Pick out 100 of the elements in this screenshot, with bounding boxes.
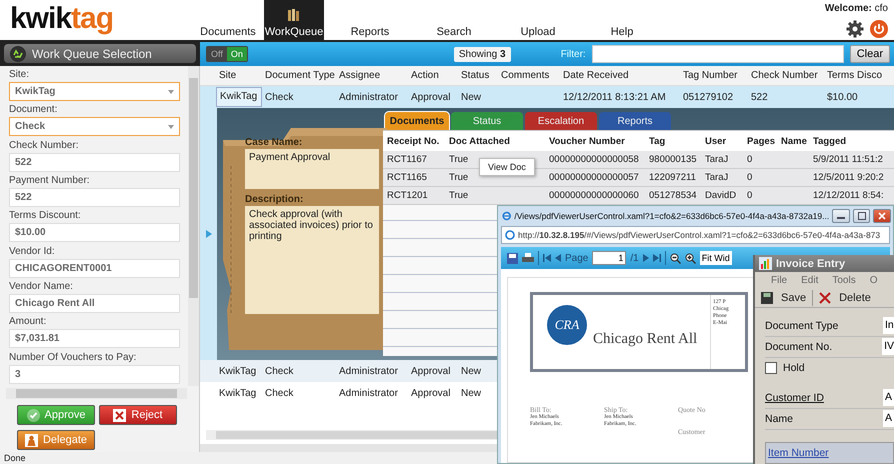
filter-field[interactable] <box>592 45 844 63</box>
column-header[interactable]: Tag <box>645 136 701 146</box>
column-header[interactable]: Status <box>458 70 498 81</box>
on-off-toggle[interactable]: Off On <box>206 46 248 62</box>
input-field[interactable]: 522 <box>9 188 180 207</box>
close-icon <box>113 408 126 422</box>
nav-tab[interactable]: WorkQueue <box>264 0 324 40</box>
column-header[interactable]: Tag Number <box>680 70 748 81</box>
page-field[interactable]: 1 <box>592 251 626 265</box>
nav-tab[interactable]: Search <box>416 0 492 40</box>
nav-tab[interactable]: Reports <box>332 0 408 40</box>
column-header[interactable]: Assignee <box>336 70 408 81</box>
settings-icon[interactable] <box>846 20 864 38</box>
previous-page-icon[interactable] <box>555 254 561 262</box>
zoom-out-icon[interactable] <box>670 252 681 264</box>
close-button[interactable] <box>873 209 892 223</box>
scrollbar[interactable] <box>188 66 199 386</box>
table-row[interactable]: RCT1165 True 00000000000000057 122097211 TaraJ 0 12/5/2011 9:20:2 <box>383 169 894 187</box>
tab[interactable]: Escalation <box>525 112 597 130</box>
column-header[interactable]: Receipt No. <box>383 136 445 146</box>
column-header[interactable]: Terms Disco <box>824 70 894 81</box>
field-link[interactable]: Customer ID <box>765 392 883 404</box>
table-row[interactable]: KwikTag Check Administrator Approval New 12/12/2011 8:13:21 AM 051279102 522 $10.00 <box>200 86 894 108</box>
field-label: Document: <box>9 103 58 118</box>
table-cell-text: 00000000000000057 <box>548 172 640 183</box>
save-button[interactable]: Save <box>761 292 806 304</box>
input-field[interactable]: 522 <box>9 152 180 172</box>
column-header[interactable]: Pages <box>743 136 777 146</box>
field-label: Vendor Name: <box>9 280 74 294</box>
last-page-icon[interactable] <box>652 254 661 262</box>
tab[interactable]: Documents <box>385 112 449 130</box>
next-page-icon[interactable] <box>642 254 649 262</box>
maximize-icon <box>858 212 866 220</box>
save-icon[interactable] <box>507 252 518 264</box>
table-cell-text: Approval <box>410 366 452 376</box>
column-header[interactable]: Date Received <box>560 70 680 81</box>
input-field[interactable]: $10.00 <box>9 223 180 242</box>
tab[interactable]: Reports <box>599 112 671 130</box>
table-row[interactable]: RCT1201 True 00000000000000060 051278534 DavidD 0 12/12/2011 8:54: <box>383 187 894 205</box>
clear-button[interactable]: Clear <box>850 45 890 63</box>
dropdown[interactable]: KwikTag <box>9 82 180 101</box>
nav-tab[interactable]: Documents <box>200 0 256 40</box>
table-cell-text: 0 <box>746 172 754 183</box>
panel-title: Work Queue Selection <box>32 46 152 60</box>
zoom-dropdown[interactable]: Fit Wid <box>700 251 732 265</box>
column-header[interactable]: Comments <box>498 70 560 81</box>
input-field[interactable]: $7,031.81 <box>9 329 180 348</box>
menu-item[interactable]: View Doc <box>488 162 526 172</box>
column-header[interactable]: Tagged <box>809 136 894 146</box>
nav-tab[interactable]: Upload <box>500 0 576 40</box>
table-cell-text: Check <box>264 366 294 376</box>
scrollbar[interactable] <box>6 388 187 399</box>
column-header[interactable]: Action <box>408 70 458 81</box>
menu-item[interactable]: File <box>771 275 788 286</box>
table-cell-text: 051278534 <box>648 190 698 201</box>
column-header[interactable]: Doc Attached <box>445 136 545 146</box>
minimize-button[interactable] <box>832 209 850 223</box>
menu-item[interactable]: O <box>870 275 878 286</box>
menu-item[interactable]: Edit <box>801 275 818 286</box>
table-cell-text: TaraJ <box>704 154 730 165</box>
browser-icon <box>502 210 512 222</box>
scrollbar[interactable] <box>206 430 497 440</box>
table-cell-text: 0 <box>746 154 754 165</box>
table-cell-text: 522 <box>750 92 769 102</box>
table-cell-text: KwikTag <box>218 366 258 376</box>
column-header[interactable]: Site <box>216 70 262 81</box>
page-total: /1 <box>630 252 639 264</box>
column-header[interactable]: Document Type <box>262 70 336 81</box>
delete-button[interactable]: Delete <box>819 292 871 304</box>
input-field[interactable]: In <box>883 317 894 334</box>
column-header[interactable]: Name <box>777 136 809 146</box>
table-row[interactable]: KwikTag Check Administrator Approval New <box>200 382 497 404</box>
expander-icon[interactable] <box>206 230 212 238</box>
table-cell-text: Check <box>264 388 294 398</box>
page-label: Page <box>565 252 588 264</box>
table-cell-text: KwikTag <box>218 388 258 398</box>
input-field[interactable]: 3 <box>9 364 180 384</box>
table-cell-text: 980000135 <box>648 154 698 165</box>
case-name-note: Payment Approval <box>245 149 379 189</box>
reject-button[interactable]: Reject <box>99 405 177 425</box>
input-field[interactable]: A <box>883 410 894 428</box>
table-cell-text: True <box>448 172 470 183</box>
maximize-button[interactable] <box>852 209 870 223</box>
first-page-icon[interactable] <box>543 254 551 262</box>
input-field[interactable]: CHICAGORENT0001 <box>9 258 180 278</box>
print-icon[interactable] <box>522 252 534 264</box>
nav-tab[interactable]: Help <box>584 0 660 40</box>
input-field[interactable]: IV <box>882 338 894 356</box>
table-row[interactable]: KwikTag Check Administrator Approval New <box>200 360 497 382</box>
column-header[interactable]: Voucher Number <box>545 136 645 146</box>
table-cell-text: Check <box>264 92 294 102</box>
menu-item[interactable]: Tools <box>832 275 856 286</box>
column-header[interactable]: User <box>701 136 743 146</box>
power-icon[interactable] <box>870 20 888 38</box>
input-field[interactable]: A <box>883 389 894 406</box>
zoom-in-icon[interactable] <box>684 252 696 264</box>
dropdown[interactable]: Check <box>9 117 180 136</box>
input-field[interactable]: Chicago Rent All <box>9 294 180 313</box>
column-header[interactable]: Check Number <box>748 70 824 81</box>
checkbox[interactable] <box>765 362 777 374</box>
